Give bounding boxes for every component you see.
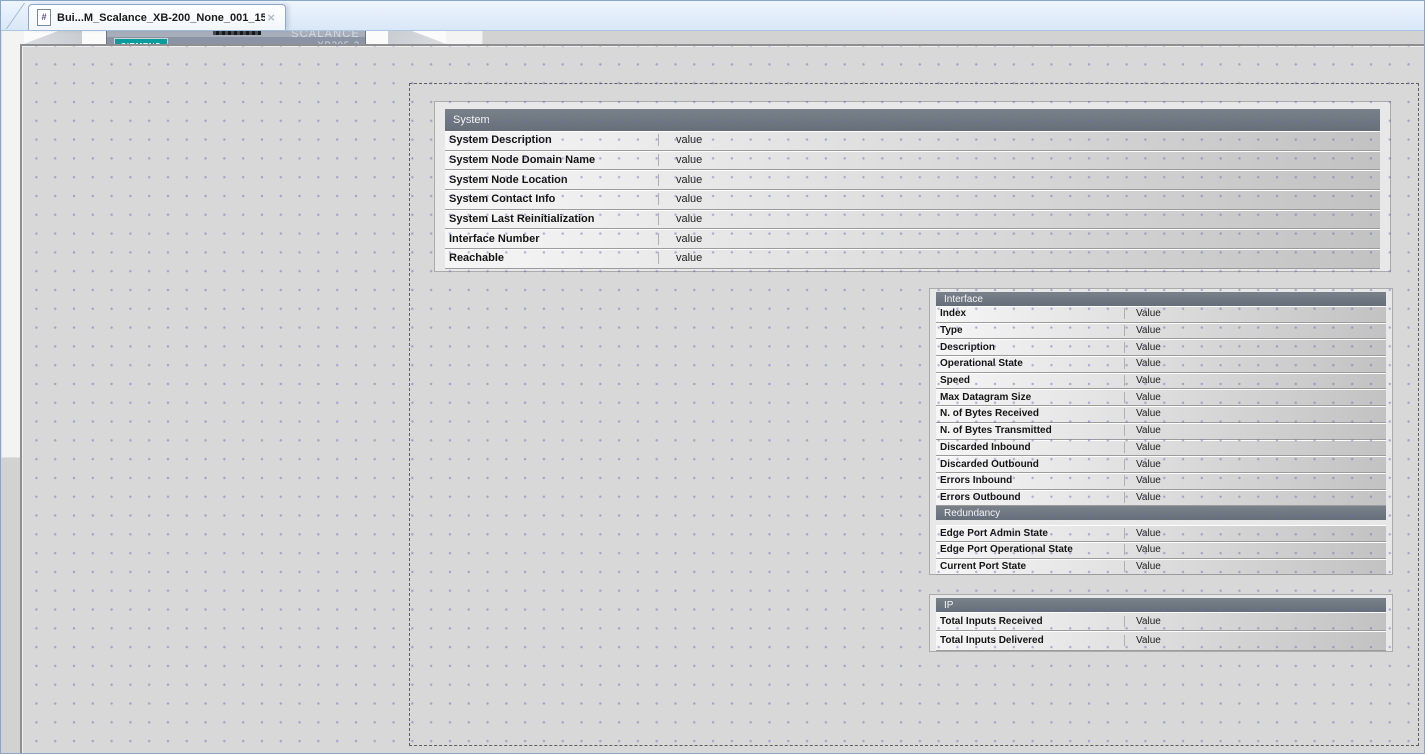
table-row: N. of Bytes ReceivedValue — [936, 406, 1386, 423]
row-value: Value — [1124, 442, 1386, 453]
row-label: Discarded Outbound — [936, 459, 1124, 470]
tab-faceplate[interactable]: # Bui...M_Scalance_XB-200_None_001_150 × — [28, 4, 286, 30]
row-label: Operational State — [936, 358, 1124, 369]
row-label: Type — [936, 325, 1124, 336]
table-row: Max Datagram SizeValue — [936, 389, 1386, 406]
table-row: Errors OutboundValue — [936, 490, 1386, 507]
table-row: Errors InboundValue — [936, 473, 1386, 490]
row-value: Value — [1124, 561, 1386, 572]
row-value: Value — [1124, 308, 1386, 319]
table-row: System Contact Infovalue — [445, 190, 1380, 210]
row-value: value — [658, 134, 1380, 146]
row-value: Value — [1124, 408, 1386, 419]
interface-table-header: Interface — [936, 292, 1386, 306]
table-row: Edge Port Operational StateValue — [936, 542, 1386, 559]
row-value: value — [658, 154, 1380, 166]
row-value: Value — [1124, 342, 1386, 353]
row-value: Value — [1124, 425, 1386, 436]
row-label: Errors Inbound — [936, 475, 1124, 486]
row-value: Value — [1124, 325, 1386, 336]
table-row: Total Inputs ReceivedValue — [936, 612, 1386, 631]
row-label: System Last Reinitialization — [445, 213, 658, 225]
table-row: Reachablevalue — [445, 249, 1380, 269]
row-label: Total Inputs Delivered — [936, 635, 1124, 646]
ip-table-header: IP — [936, 598, 1386, 612]
row-label: Speed — [936, 375, 1124, 386]
row-value: Value — [1124, 358, 1386, 369]
redundancy-table-rows: Edge Port Admin StateValueEdge Port Oper… — [936, 525, 1386, 575]
table-row: SpeedValue — [936, 373, 1386, 390]
row-label: Reachable — [445, 252, 658, 264]
row-label: Edge Port Admin State — [936, 528, 1124, 539]
table-row: Current Port StateValue — [936, 559, 1386, 576]
interface-table-rows: IndexValueTypeValueDescriptionValueOpera… — [936, 306, 1386, 506]
table-row: Interface Numbervalue — [445, 229, 1380, 249]
system-table-header: System — [445, 109, 1380, 131]
table-row: DescriptionValue — [936, 339, 1386, 356]
table-row: Total Inputs DeliveredValue — [936, 631, 1386, 650]
table-row: System Node Locationvalue — [445, 170, 1380, 190]
row-label: Index — [936, 308, 1124, 319]
row-label: Edge Port Operational State — [936, 544, 1124, 555]
row-label: Interface Number — [445, 233, 658, 245]
table-row: TypeValue — [936, 323, 1386, 340]
row-label: System Description — [445, 134, 658, 146]
table-row: Operational StateValue — [936, 356, 1386, 373]
row-value: value — [658, 252, 1380, 264]
table-row: Edge Port Admin StateValue — [936, 525, 1386, 542]
row-label: N. of Bytes Transmitted — [936, 425, 1124, 436]
ip-table[interactable]: IP Total Inputs ReceivedValueTotal Input… — [929, 594, 1393, 652]
system-table-rows: System DescriptionvalueSystem Node Domai… — [445, 131, 1380, 269]
table-row: N. of Bytes TransmittedValue — [936, 423, 1386, 440]
row-value: Value — [1124, 528, 1386, 539]
row-label: Total Inputs Received — [936, 616, 1124, 627]
row-value: value — [658, 233, 1380, 245]
faceplate-editor-window: # Bui...M_Scalance_XB-200_None_001_150 ×… — [0, 0, 1425, 754]
ip-table-rows: Total Inputs ReceivedValueTotal Inputs D… — [936, 612, 1386, 651]
table-row: Discarded InboundValue — [936, 440, 1386, 457]
row-value: Value — [1124, 475, 1386, 486]
row-value: Value — [1124, 635, 1386, 646]
faceplate-document-icon: # — [37, 9, 51, 26]
row-label: System Node Location — [445, 174, 658, 186]
row-label: N. of Bytes Received — [936, 408, 1124, 419]
row-value: Value — [1124, 616, 1386, 627]
table-row: System Last Reinitializationvalue — [445, 210, 1380, 230]
row-label: System Node Domain Name — [445, 154, 658, 166]
row-label: Discarded Inbound — [936, 442, 1124, 453]
tab-title: Bui...M_Scalance_XB-200_None_001_150 — [57, 12, 265, 24]
row-value: Value — [1124, 459, 1386, 470]
row-value: Value — [1124, 392, 1386, 403]
row-value: value — [658, 174, 1380, 186]
tab-close-icon[interactable]: × — [265, 11, 277, 24]
row-value: value — [658, 213, 1380, 225]
redundancy-table-header: Redundancy — [936, 506, 1386, 520]
row-value: Value — [1124, 544, 1386, 555]
row-label: Current Port State — [936, 561, 1124, 572]
interface-table[interactable]: Interface IndexValueTypeValueDescription… — [929, 288, 1393, 575]
table-row: System Descriptionvalue — [445, 131, 1380, 151]
table-row: System Node Domain Namevalue — [445, 151, 1380, 171]
row-label: Description — [936, 342, 1124, 353]
row-label: System Contact Info — [445, 193, 658, 205]
row-label: Max Datagram Size — [936, 392, 1124, 403]
row-label: Errors Outbound — [936, 492, 1124, 503]
row-value: value — [658, 193, 1380, 205]
table-row: IndexValue — [936, 306, 1386, 323]
row-value: Value — [1124, 375, 1386, 386]
tab-bar: # Bui...M_Scalance_XB-200_None_001_150 × — [1, 1, 1424, 31]
system-table[interactable]: System System DescriptionvalueSystem Nod… — [434, 101, 1391, 272]
table-row: Discarded OutboundValue — [936, 456, 1386, 473]
row-value: Value — [1124, 492, 1386, 503]
